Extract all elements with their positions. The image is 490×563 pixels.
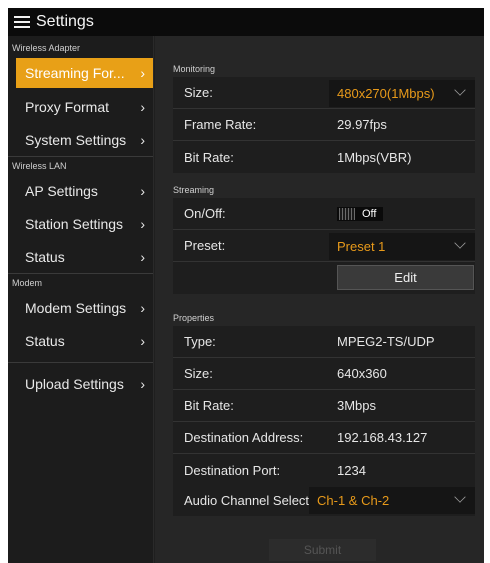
toggle-knob <box>339 208 355 220</box>
sidebar-item-system-settings[interactable]: System Settings › <box>8 123 153 156</box>
frame-rate-value: 29.97fps <box>337 117 387 132</box>
sidebar-item-label: Proxy Format <box>25 98 110 115</box>
monitoring-size-row: Size: 480x270(1Mbps) <box>173 77 475 109</box>
sidebar-item-upload-settings[interactable]: Upload Settings › <box>8 367 153 400</box>
streaming-toggle[interactable]: Off <box>337 207 383 221</box>
chevron-right-icon: › <box>140 215 145 232</box>
select-value: Preset 1 <box>337 239 386 254</box>
monitoring-panel: Size: 480x270(1Mbps) Frame Rate: 29.97fp… <box>173 77 475 173</box>
type-label: Type: <box>184 334 216 349</box>
monitoring-size-select[interactable]: 480x270(1Mbps) <box>329 80 475 107</box>
sidebar-item-label: Modem Settings <box>25 299 127 316</box>
type-row: Type: MPEG2-TS/UDP <box>173 326 475 358</box>
size-label: Size: <box>184 85 213 100</box>
destination-port-row: Destination Port: 1234 <box>173 454 475 486</box>
sidebar-item-proxy-format[interactable]: Proxy Format › <box>8 90 153 123</box>
title-bar: Settings <box>8 8 484 36</box>
sidebar-item-label: Status <box>25 248 65 265</box>
chevron-right-icon: › <box>140 98 145 115</box>
chevron-right-icon: › <box>140 375 145 392</box>
sidebar-item-wlan-status[interactable]: Status › <box>8 240 153 273</box>
divider <box>8 357 153 363</box>
main-panel: Monitoring Size: 480x270(1Mbps) Frame Ra… <box>155 36 484 563</box>
toggle-state: Off <box>362 208 377 220</box>
submit-button[interactable]: Submit <box>269 539 376 561</box>
sidebar-item-ap-settings[interactable]: AP Settings › <box>8 174 153 207</box>
frame-rate-label: Frame Rate: <box>184 117 257 132</box>
audio-channel-row: Audio Channel Select: Ch-1 & Ch-2 <box>173 484 475 516</box>
sidebar-item-label: Streaming For... <box>25 65 125 81</box>
chevron-down-icon <box>454 491 466 503</box>
select-value: 480x270(1Mbps) <box>337 86 435 101</box>
onoff-row: On/Off: Off <box>173 198 475 230</box>
chevron-right-icon: › <box>140 131 145 148</box>
properties-size-row: Size: 640x360 <box>173 358 475 390</box>
select-value: Ch-1 & Ch-2 <box>317 493 390 508</box>
sidebar-item-streaming-format[interactable]: Streaming For... › <box>16 58 153 88</box>
onoff-label: On/Off: <box>184 206 226 221</box>
chevron-right-icon: › <box>140 248 145 265</box>
audio-channel-label: Audio Channel Select: <box>184 492 313 508</box>
properties-header: Properties <box>173 313 215 323</box>
bit-rate-value: 3Mbps <box>337 398 377 413</box>
sidebar-item-label: Station Settings <box>25 215 124 232</box>
menu-icon[interactable] <box>14 14 30 30</box>
app-title: Settings <box>36 13 94 30</box>
preset-label: Preset: <box>184 238 226 253</box>
bit-rate-label: Bit Rate: <box>184 398 234 413</box>
audio-panel: Audio Channel Select: Ch-1 & Ch-2 <box>173 484 475 516</box>
type-value: MPEG2-TS/UDP <box>337 334 435 349</box>
edit-row: Edit <box>173 262 475 294</box>
sidebar: Wireless Adapter Streaming For... › Prox… <box>8 36 154 563</box>
chevron-right-icon: › <box>140 65 145 81</box>
preset-select[interactable]: Preset 1 <box>329 233 475 260</box>
streaming-header: Streaming <box>173 185 215 195</box>
sidebar-item-station-settings[interactable]: Station Settings › <box>8 207 153 240</box>
chevron-down-icon <box>454 237 466 249</box>
preset-row: Preset: Preset 1 <box>173 230 475 262</box>
destination-address-value: 192.168.43.127 <box>337 430 428 445</box>
destination-address-label: Destination Address: <box>184 430 304 445</box>
sidebar-item-label: AP Settings <box>25 182 98 199</box>
chevron-right-icon: › <box>140 299 145 316</box>
properties-bit-rate-row: Bit Rate: 3Mbps <box>173 390 475 422</box>
section-header-wireless-adapter: Wireless Adapter <box>12 43 81 53</box>
destination-port-label: Destination Port: <box>184 462 281 478</box>
sidebar-item-modem-settings[interactable]: Modem Settings › <box>8 291 153 324</box>
edit-button[interactable]: Edit <box>337 265 474 290</box>
monitoring-bit-rate-row: Bit Rate: 1Mbps(VBR) <box>173 141 475 173</box>
streaming-panel: On/Off: Off Preset: Preset 1 Edit <box>173 198 475 294</box>
chevron-right-icon: › <box>140 332 145 349</box>
size-label: Size: <box>184 366 213 381</box>
bit-rate-value: 1Mbps(VBR) <box>337 149 412 165</box>
sidebar-item-label: Status <box>25 332 65 349</box>
sidebar-item-label: System Settings <box>25 131 127 148</box>
sidebar-item-modem-status[interactable]: Status › <box>8 324 153 357</box>
destination-address-row: Destination Address: 192.168.43.127 <box>173 422 475 454</box>
properties-panel: Type: MPEG2-TS/UDP Size: 640x360 Bit Rat… <box>173 326 475 486</box>
audio-channel-select[interactable]: Ch-1 & Ch-2 <box>309 487 475 514</box>
chevron-down-icon <box>454 84 466 96</box>
settings-window: Settings Wireless Adapter Streaming For.… <box>8 8 484 563</box>
section-header-wireless-lan: Wireless LAN <box>8 156 153 174</box>
section-header-modem: Modem <box>8 273 153 291</box>
size-value: 640x360 <box>337 366 387 381</box>
destination-port-value: 1234 <box>337 462 366 478</box>
monitoring-header: Monitoring <box>173 64 216 74</box>
chevron-right-icon: › <box>140 182 145 199</box>
sidebar-item-label: Upload Settings <box>25 375 124 392</box>
frame-rate-row: Frame Rate: 29.97fps <box>173 109 475 141</box>
bit-rate-label: Bit Rate: <box>184 149 234 165</box>
